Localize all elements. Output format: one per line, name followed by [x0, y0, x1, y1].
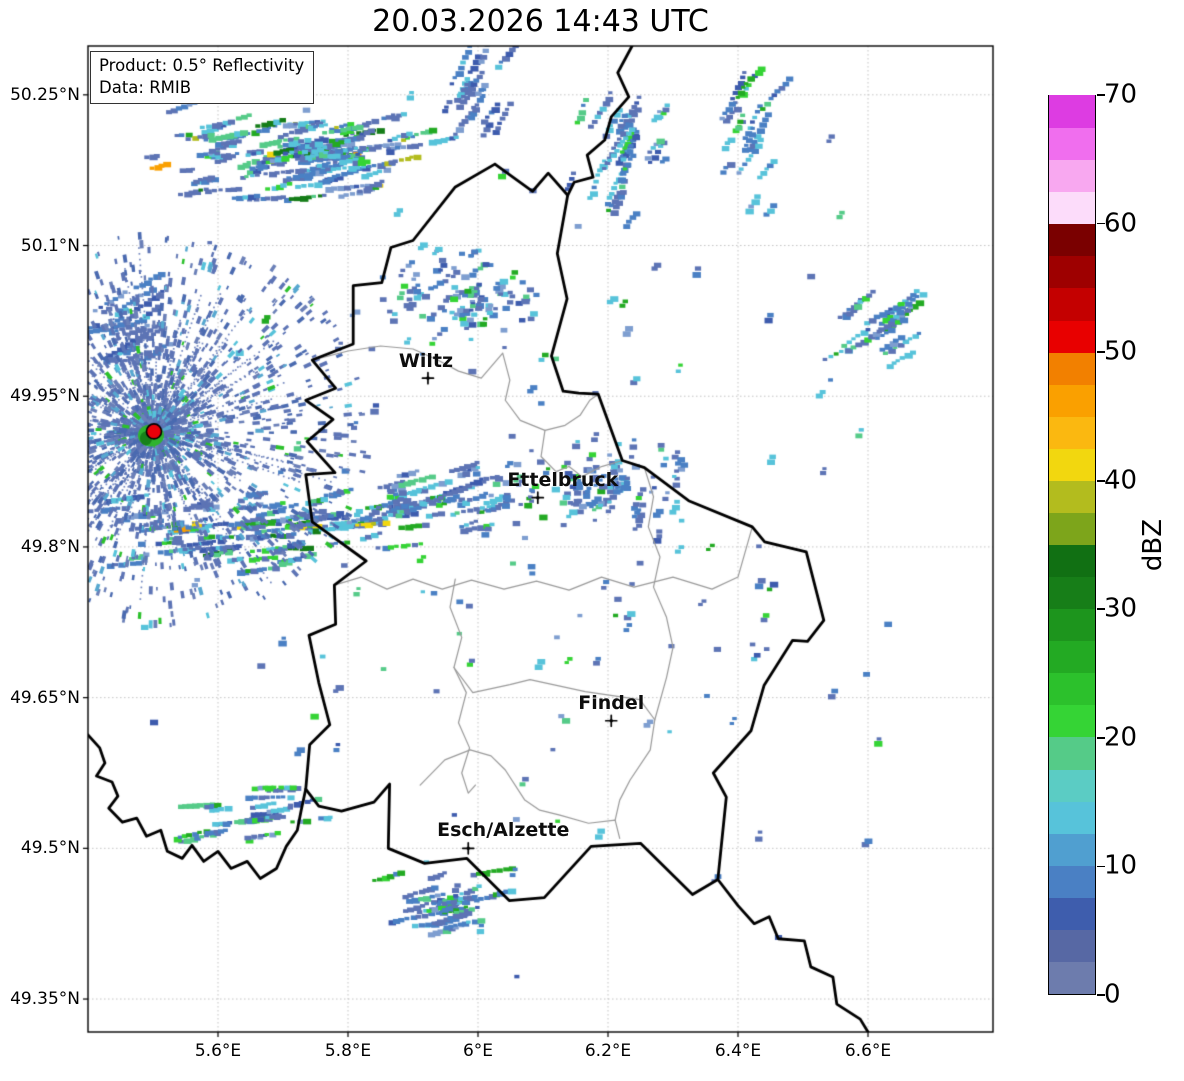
colorbar-unit-label: dBZ: [1138, 518, 1168, 572]
colorbar-segment: [1049, 351, 1095, 385]
colorbar-segment: [1049, 287, 1095, 321]
radar-map-canvas: [0, 0, 1184, 1081]
lat-tick-label: 49.5°N: [20, 838, 80, 859]
colorbar-segment: [1049, 896, 1095, 930]
colorbar-segment: [1049, 319, 1095, 353]
colorbar-segment: [1049, 671, 1095, 706]
lon-tick-label: 6.2°E: [584, 1041, 632, 1061]
colorbar-segment: [1049, 511, 1095, 545]
lon-tick-label: 5.6°E: [194, 1041, 242, 1061]
colorbar-segment: [1049, 222, 1095, 257]
colorbar-segment: [1049, 864, 1095, 898]
colorbar-segment: [1049, 255, 1095, 289]
colorbar-segment: [1049, 736, 1095, 770]
city-label-findel: Findel: [578, 691, 645, 714]
colorbar: [1048, 94, 1096, 995]
colorbar-tick-label: 50: [1104, 336, 1138, 367]
colorbar-tick-label: 60: [1104, 207, 1138, 238]
colorbar-segment: [1049, 704, 1095, 738]
colorbar-segment: [1049, 768, 1095, 802]
map-title: 20.03.2026 14:43 UTC: [372, 4, 709, 39]
colorbar-segment: [1049, 158, 1095, 193]
radar-figure: 20.03.2026 14:43 UTC Product: 0.5° Refle…: [0, 0, 1184, 1081]
lat-tick-label: 49.35°N: [10, 989, 80, 1010]
colorbar-segment: [1049, 832, 1095, 866]
colorbar-segment: [1049, 190, 1095, 225]
colorbar-segment: [1049, 415, 1095, 449]
colorbar-tick-label: 30: [1104, 593, 1138, 624]
colorbar-segment: [1049, 447, 1095, 481]
colorbar-segment: [1049, 607, 1095, 642]
colorbar-segment: [1049, 543, 1095, 578]
lat-tick-label: 49.8°N: [20, 536, 80, 557]
colorbar-segment: [1049, 800, 1095, 834]
product-info-box: Product: 0.5° Reflectivity Data: RMIB: [90, 51, 315, 104]
colorbar-segment: [1049, 639, 1095, 674]
colorbar-segment: [1049, 928, 1095, 962]
colorbar-segment: [1049, 383, 1095, 417]
colorbar-segment: [1049, 126, 1095, 161]
city-label-ettelbruck: Ettelbruck: [507, 468, 619, 491]
lon-tick-label: 5.8°E: [324, 1041, 372, 1061]
city-label-wiltz: Wiltz: [398, 350, 453, 373]
colorbar-segment: [1049, 479, 1095, 513]
lat-tick-label: 49.95°N: [10, 386, 80, 407]
colorbar-tick-label: 40: [1104, 465, 1138, 496]
colorbar-segment: [1049, 575, 1095, 610]
colorbar-segment: [1049, 960, 1095, 994]
lat-tick-label: 49.65°N: [10, 687, 80, 708]
lat-tick-label: 50.25°N: [10, 84, 80, 105]
lat-tick-label: 50.1°N: [20, 235, 80, 256]
colorbar-segment: [1049, 94, 1095, 129]
city-label-esch-alzette: Esch/Alzette: [437, 819, 570, 842]
lon-tick-label: 6.4°E: [714, 1041, 762, 1061]
colorbar-tick-label: 0: [1104, 979, 1121, 1010]
product-line: Product: 0.5° Reflectivity: [99, 56, 305, 75]
lon-tick-label: 6°E: [462, 1041, 494, 1061]
colorbar-tick-label: 20: [1104, 722, 1138, 753]
colorbar-tick-label: 10: [1104, 850, 1138, 881]
lon-tick-label: 6.6°E: [844, 1041, 892, 1061]
colorbar-tick-label: 70: [1104, 79, 1138, 110]
data-source-line: Data: RMIB: [99, 77, 192, 97]
